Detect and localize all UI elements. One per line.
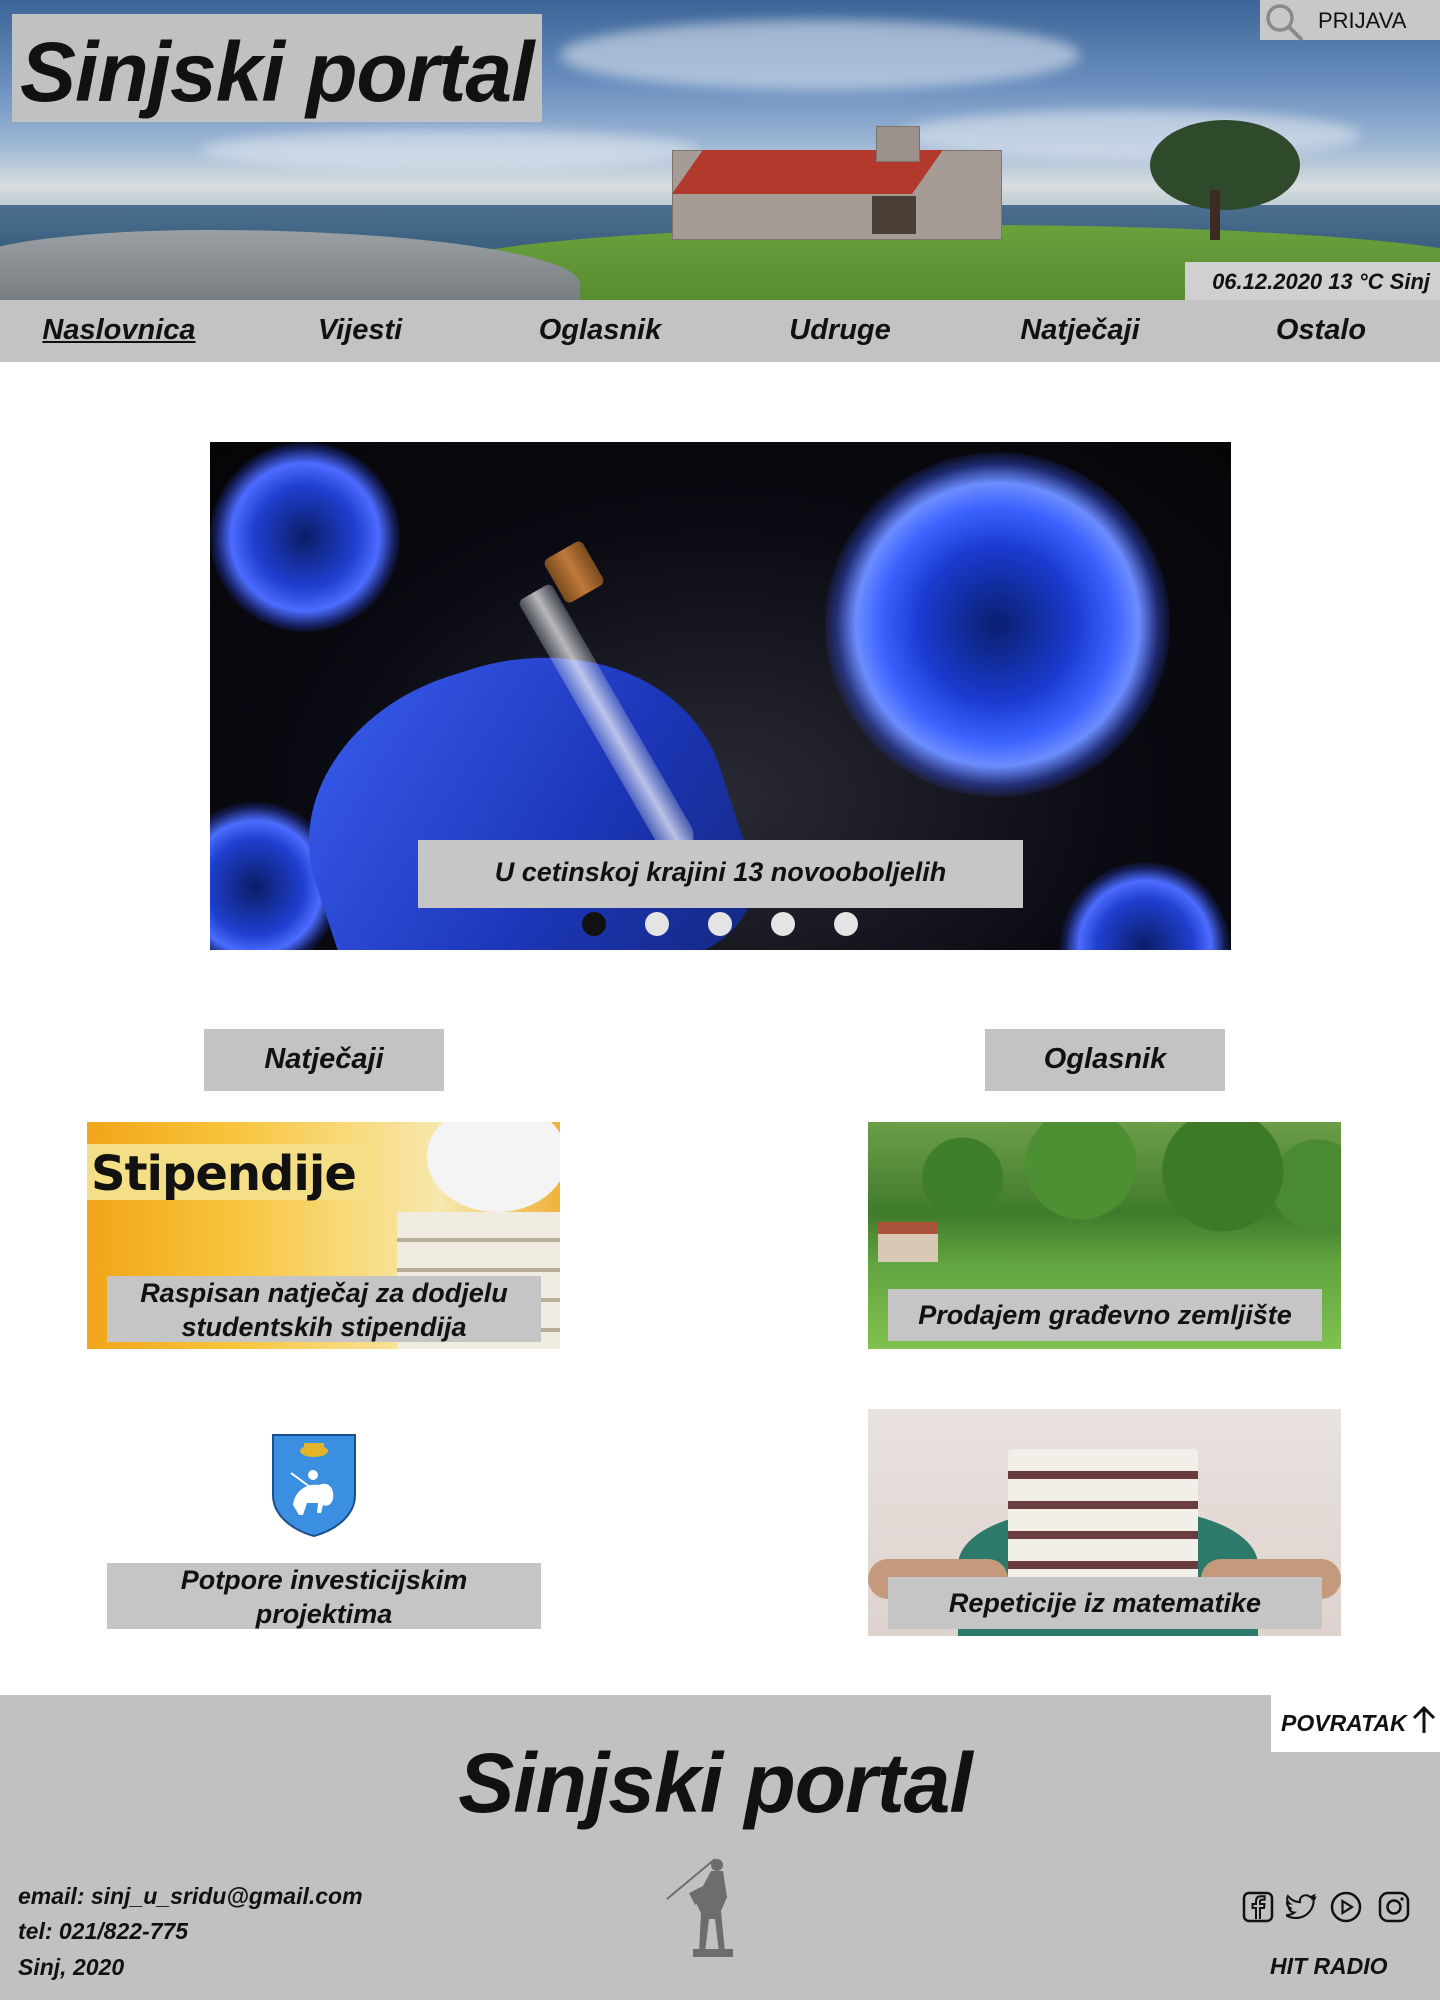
church-door [872,196,916,234]
house [878,1222,938,1262]
nav-item-natjecaji[interactable]: Natječaji [1020,314,1139,347]
card-caption[interactable]: Prodajem građevno zemljište [888,1289,1322,1341]
news-slider[interactable]: U cetinskoj krajini 13 novooboljelih [210,442,1231,950]
main-navigation: Naslovnica Vijesti Oglasnik Udruge Natje… [0,300,1440,362]
footer-email[interactable]: email: sinj_u_sridu@gmail.com [18,1883,363,1910]
nav-item-oglasnik[interactable]: Oglasnik [539,314,662,347]
card-matematika[interactable]: Repeticije iz matematike [868,1409,1341,1636]
slider-dots [210,912,1231,942]
cloud [560,20,1080,90]
footer-phone: tel: 021/822-775 [18,1918,189,1944]
sinj-crest-icon[interactable] [271,1433,357,1537]
date-weather-box: 06.12.2020 13 °C Sinj [1185,262,1440,300]
section-label-text[interactable]: Natječaji [204,1043,444,1076]
tree [1150,120,1300,210]
hit-radio-link[interactable]: HIT RADIO [1270,1953,1388,1980]
card-zemljiste[interactable]: Prodajem građevno zemljište [868,1122,1341,1349]
card-caption[interactable]: Repeticije iz matematike [888,1577,1322,1629]
footer: POVRATAK Sinjski portal email: sinj_u_sr… [0,1695,1440,2000]
youtube-icon[interactable] [1330,1891,1362,1923]
card-caption-line2: studentskih stipendija [181,1312,467,1342]
card-caption-line2: projektima [255,1599,393,1629]
nav-item-naslovnica[interactable]: Naslovnica [42,314,195,347]
card-caption-line1: Raspisan natječaj za dodjelu [140,1278,508,1308]
search-icon[interactable] [1264,2,1304,42]
login-box: PRIJAVA [1260,0,1440,42]
site-title[interactable]: Sinjski portal [20,24,534,121]
cloud [200,130,700,170]
slider-dot-4[interactable] [771,912,795,936]
instagram-icon[interactable] [1378,1891,1410,1923]
card-caption[interactable]: Raspisan natječaj za dodjelu studentskih… [107,1276,541,1342]
login-link[interactable]: PRIJAVA [1318,8,1406,34]
site-logo-box[interactable]: Sinjski portal [12,14,542,122]
nav-item-udruge[interactable]: Udruge [789,314,891,347]
footer-site-title[interactable]: Sinjski portal [0,1735,1430,1832]
image-title-box: Stipendije [87,1144,377,1202]
image-title: Stipendije [91,1146,357,1202]
card-stipendije[interactable]: Stipendije Raspisan natječaj za dodjelu … [87,1122,560,1349]
facebook-icon[interactable] [1242,1891,1274,1923]
nav-item-ostalo[interactable]: Ostalo [1276,314,1366,347]
church-bell-tower [876,126,920,162]
card-caption-line1: Potpore investicijskim [180,1565,468,1595]
date-weather-text: 06.12.2020 13 °C Sinj [1212,269,1430,294]
footer-place-year: Sinj, 2020 [18,1954,125,1980]
virus-illustration [210,442,400,632]
arrow-up-icon[interactable] [1411,1705,1437,1735]
nav-item-vijesti[interactable]: Vijesti [318,314,402,347]
twitter-icon[interactable] [1286,1891,1318,1923]
slide-caption-box[interactable]: U cetinskoj krajini 13 novooboljelih [418,840,1023,908]
slider-dot-5[interactable] [834,912,858,936]
card-caption-potpore[interactable]: Potpore investicijskim projektima [107,1563,541,1629]
section-label-oglasnik[interactable]: Oglasnik [985,1029,1225,1091]
header-banner: Sinjski portal PRIJAVA 06.12.2020 13 °C … [0,0,1440,300]
alka-knight-icon [666,1858,733,1957]
slider-dot-2[interactable] [645,912,669,936]
slide-caption[interactable]: U cetinskoj krajini 13 novooboljelih [418,857,1023,888]
back-to-top-label[interactable]: POVRATAK [1281,1710,1407,1737]
forest [868,1122,1341,1262]
slider-dot-3[interactable] [708,912,732,936]
slider-dot-1[interactable] [582,912,606,936]
virus-illustration [825,452,1170,797]
section-label-natjecaji[interactable]: Natječaji [204,1029,444,1091]
section-label-text[interactable]: Oglasnik [985,1043,1225,1076]
tree-trunk [1210,190,1220,240]
